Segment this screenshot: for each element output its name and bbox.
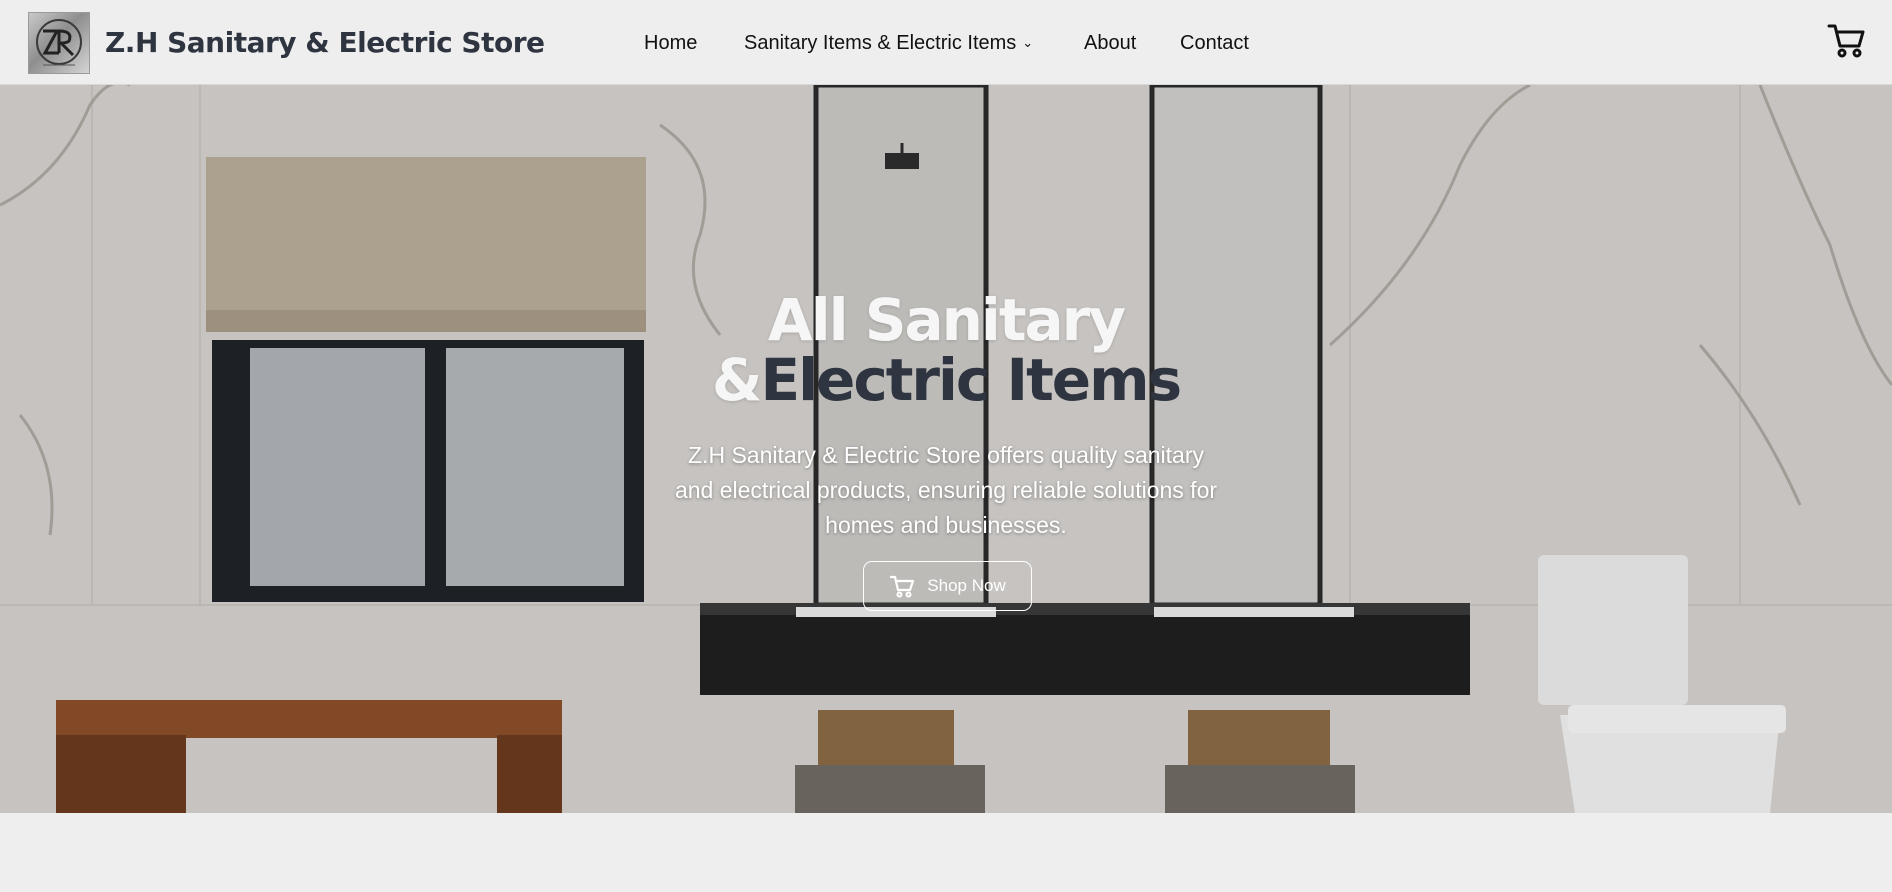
navbar: Z.H Sanitary & Electric Store Home Sanit… [0, 0, 1892, 85]
cart-icon[interactable] [1826, 20, 1866, 60]
hero-title-highlight: Electric Items [760, 346, 1182, 414]
hero-title-line1: All Sanitary [767, 286, 1126, 354]
nav-about[interactable]: About [1084, 32, 1136, 55]
shop-now-label: Shop Now [927, 576, 1006, 595]
nav-products-label: Sanitary Items & Electric Items [744, 32, 1017, 54]
hero-title: All Sanitary &Electric Items [640, 290, 1252, 410]
hero-section: All Sanitary &Electric Items Z.H Sanitar… [0, 85, 1892, 813]
nav-contact[interactable]: Contact [1180, 32, 1249, 55]
nav-products-dropdown[interactable]: Sanitary Items & Electric Items ⌄ [744, 32, 1033, 55]
brand-name[interactable]: Z.H Sanitary & Electric Store [105, 26, 545, 59]
nav-home[interactable]: Home [644, 32, 697, 55]
brand-logo[interactable] [28, 12, 90, 74]
chevron-down-icon: ⌄ [1022, 35, 1034, 50]
shop-now-button[interactable]: Shop Now [863, 561, 1032, 611]
cart-icon [889, 573, 915, 599]
hero-title-ampersand: & [711, 346, 763, 414]
hero-description: Z.H Sanitary & Electric Store offers qua… [674, 442, 1218, 538]
page-bottom-area [0, 813, 1892, 892]
